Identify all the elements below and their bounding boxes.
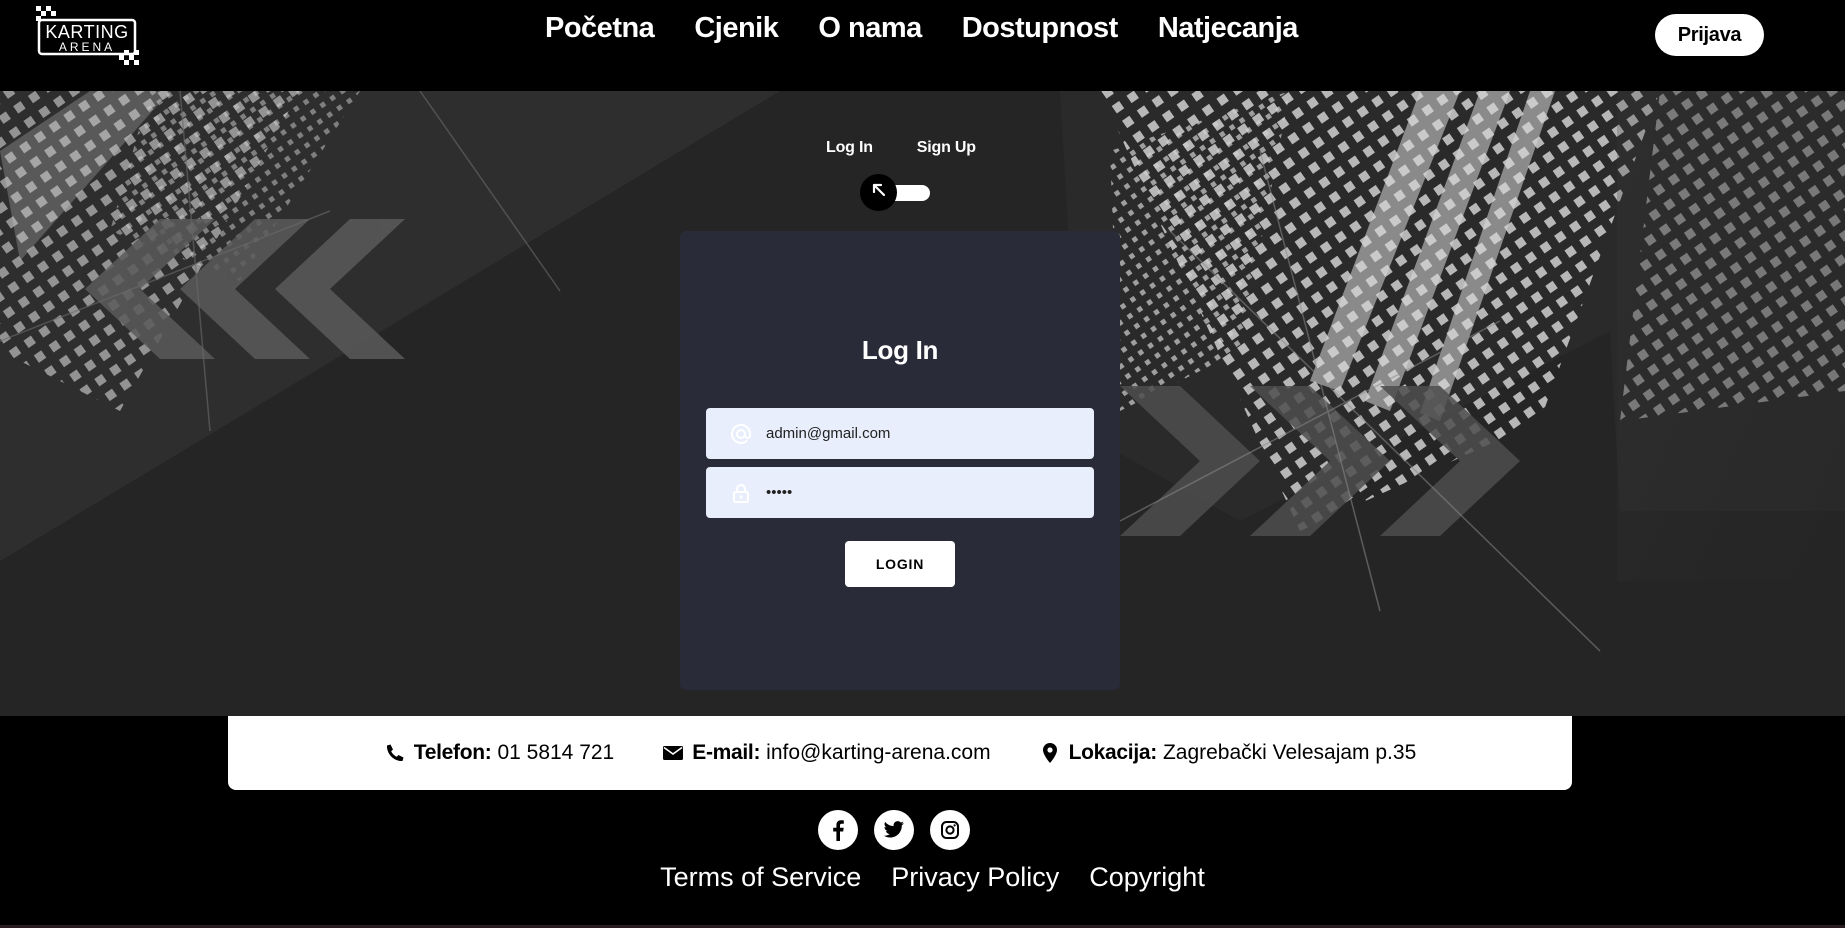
footer-links: Terms of Service Privacy Policy Copyrigh… [0, 862, 1845, 893]
email-input[interactable] [766, 425, 1066, 442]
password-input[interactable] [766, 484, 1066, 501]
location-label: Lokacija: [1068, 741, 1158, 764]
terms-of-service-link[interactable]: Terms of Service [660, 862, 861, 893]
contact-location: Lokacija: Zagrebački Velesajam p.35 [1039, 741, 1417, 765]
phone-icon [384, 742, 406, 764]
instagram-icon[interactable] [930, 810, 970, 850]
toggle-login-label[interactable]: Log In [826, 139, 873, 157]
site-header: KARTING ARENA Početna Cjenik O nama Dost… [0, 0, 1845, 91]
arrow-up-left-icon [870, 181, 888, 204]
privacy-policy-link[interactable]: Privacy Policy [891, 862, 1059, 893]
at-icon [730, 423, 752, 445]
logo-text-bottom: ARENA [59, 40, 115, 54]
twitter-icon[interactable] [874, 810, 914, 850]
contact-phone: Telefon: 01 5814 721 [384, 741, 614, 765]
nav-cjenik[interactable]: Cjenik [694, 8, 779, 48]
prijava-button[interactable]: Prijava [1655, 14, 1764, 56]
copyright-link[interactable]: Copyright [1089, 862, 1205, 893]
envelope-icon [662, 742, 684, 764]
login-title: Log In [861, 335, 939, 365]
nav-pocetna[interactable]: Početna [545, 8, 655, 48]
contact-email: E-mail: info@karting-arena.com [662, 741, 991, 765]
phone-value[interactable]: 01 5814 721 [497, 741, 614, 765]
karting-arena-logo[interactable]: KARTING ARENA [34, 6, 142, 66]
hero-section: Log In Sign Up Log In admin@gmail.com LO… [0, 91, 1845, 716]
toggle-signup-label[interactable]: Sign Up [917, 139, 976, 157]
phone-label: Telefon: [413, 741, 492, 764]
email-value[interactable]: info@karting-arena.com [766, 741, 990, 765]
login-submit-button[interactable]: LOGIN [845, 541, 955, 587]
auth-toggle-knob[interactable] [860, 174, 897, 211]
facebook-icon[interactable] [818, 810, 858, 850]
nav-natjecanja[interactable]: Natjecanja [1158, 8, 1299, 48]
login-card: Log In LOGIN [680, 231, 1120, 690]
auth-toggle-labels: Log In Sign Up [826, 139, 976, 157]
logo-text-top: KARTING [45, 22, 128, 42]
email-field[interactable] [706, 408, 1094, 459]
main-nav: Početna Cjenik O nama Dostupnost Natjeca… [545, 8, 1298, 48]
contact-bar: Telefon: 01 5814 721 E-mail: info@kartin… [228, 716, 1572, 790]
nav-dostupnost[interactable]: Dostupnost [962, 8, 1119, 48]
social-links [818, 810, 970, 850]
email-label: E-mail: [692, 741, 761, 764]
nav-o-nama[interactable]: O nama [818, 8, 922, 48]
map-pin-icon [1039, 742, 1061, 764]
location-value: Zagrebački Velesajam p.35 [1162, 741, 1417, 764]
password-field[interactable] [706, 467, 1094, 518]
lock-icon [730, 482, 752, 504]
